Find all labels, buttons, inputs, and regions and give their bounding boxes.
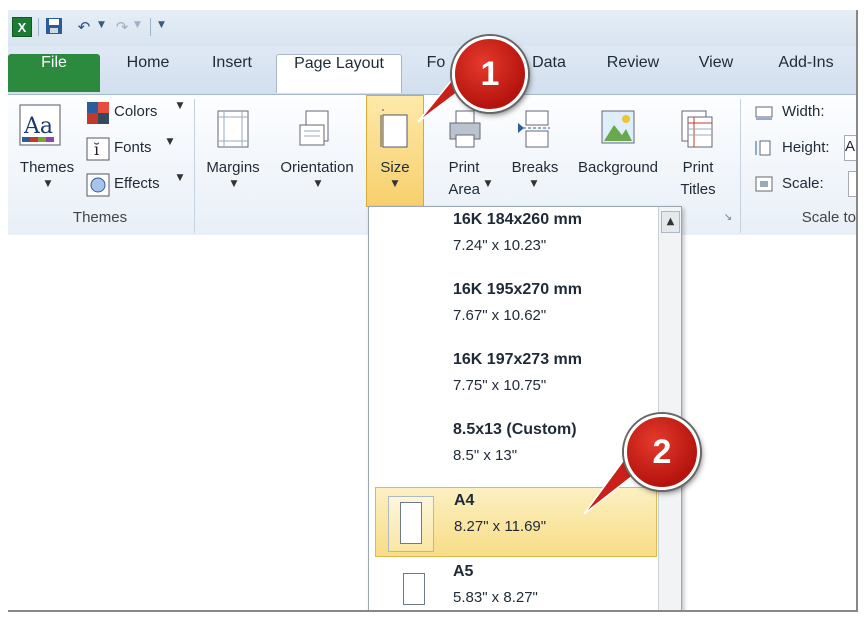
print-titles-label-1[interactable]: Print [668,157,728,179]
tab-add-ins[interactable]: Add-Ins [768,54,844,92]
size-option-name: A5 [453,563,474,580]
svg-text:Aa: Aa [23,114,53,139]
effects-icon[interactable] [86,173,110,201]
group-label-scale-to-fit: Scale to [801,209,856,226]
scale-label: Scale: [782,175,824,192]
height-icon [754,139,774,161]
orientation-button[interactable]: Orientation [270,157,364,179]
quick-access-toolbar: X ↶ ▼ ↷ ▼ ▼ [8,10,856,46]
height-label: Height: [782,139,830,156]
tab-view[interactable]: View [688,54,744,92]
size-button[interactable]: Size [366,157,424,179]
paper-a4-icon [400,502,422,544]
colors-dropdown-icon[interactable]: ▼ [174,101,186,111]
paper-a5-icon [403,573,425,605]
tab-page-layout[interactable]: Page Layout [276,54,402,93]
width-icon [754,103,774,125]
undo-icon[interactable]: ↶ [74,17,94,37]
save-icon[interactable] [44,17,64,37]
redo-icon[interactable]: ↷ [112,17,132,37]
breaks-button[interactable]: Breaks [504,157,566,179]
fonts-dropdown-icon[interactable]: ▼ [164,137,176,147]
page-setup-dialog-launcher-icon[interactable]: ↘ [722,207,734,229]
size-option-16k-184x260[interactable]: 16K 184x260 mm 7.24" x 10.23" [369,207,657,277]
fonts-button[interactable]: Fonts [114,137,164,159]
fonts-icon[interactable]: ĭ [86,137,110,165]
themes-dropdown-icon[interactable]: ▼ [42,179,54,189]
width-label: Width: [782,103,825,120]
colors-button[interactable]: Colors [114,101,174,123]
orientation-dropdown-icon[interactable]: ▼ [312,179,324,189]
size-option-dims: 7.67" x 10.62" [453,307,547,324]
effects-dropdown-icon[interactable]: ▼ [174,173,186,183]
margins-dropdown-icon[interactable]: ▼ [228,179,240,189]
callout-2-badge: 2 [624,414,700,490]
group-separator [740,99,741,233]
size-option-16k-197x273[interactable]: 16K 197x273 mm 7.75" x 10.75" [369,347,657,417]
print-titles-label-2[interactable]: Titles [668,179,728,201]
size-option-dims: 7.75" x 10.75" [453,377,547,394]
scale-icon [754,175,774,197]
scale-input[interactable] [848,171,856,197]
tab-data[interactable]: Data [524,54,574,92]
background-button[interactable]: Background [570,157,666,179]
orientation-icon[interactable] [298,109,332,153]
background-icon[interactable] [600,109,636,149]
group-separator [194,99,195,233]
themes-button[interactable]: Themes [12,157,82,179]
tab-home[interactable]: Home [116,54,180,92]
size-dropdown: 16K 184x260 mm 7.24" x 10.23" 16K 195x27… [368,206,682,610]
size-option-name: A4 [454,492,475,509]
print-area-dropdown-icon[interactable]: ▼ [482,179,494,189]
size-option-name: 16K 184x260 mm [453,211,582,228]
breaks-dropdown-icon[interactable]: ▼ [528,179,540,189]
tab-insert[interactable]: Insert [198,54,266,92]
size-option-16k-195x270[interactable]: 16K 195x270 mm 7.67" x 10.62" [369,277,657,347]
tab-file[interactable]: File [8,54,100,92]
size-option-dims: 8.27" x 11.69" [454,518,547,535]
callout-1-badge: 1 [452,36,528,112]
effects-button[interactable]: Effects [114,173,174,195]
qat-separator [150,18,151,36]
size-dropdown-icon[interactable]: ▼ [389,179,401,189]
undo-dropdown-icon[interactable]: ▼ [98,20,105,30]
margins-button[interactable]: Margins [200,157,266,179]
qat-separator [38,18,39,36]
breaks-icon[interactable] [516,109,550,153]
print-area-label-2[interactable]: Area [432,179,480,201]
tab-review[interactable]: Review [598,54,668,92]
redo-dropdown-icon[interactable]: ▼ [134,20,141,30]
excel-window: X ↶ ▼ ↷ ▼ ▼ File Home Insert Page Layout… [8,10,858,612]
themes-icon[interactable]: Aa [18,103,62,155]
svg-text:ĭ: ĭ [94,140,99,159]
size-icon[interactable] [380,109,410,153]
height-input[interactable]: A [844,135,856,161]
customize-qat-icon[interactable]: ▼ [158,20,165,30]
margins-icon[interactable] [216,109,250,153]
size-option-name: 16K 195x270 mm [453,281,582,298]
group-label-themes: Themes [72,209,128,226]
size-option-dims: 8.5" x 13" [453,447,518,464]
size-option-a5[interactable]: A5 5.83" x 8.27" [369,559,657,610]
scroll-up-arrow-icon[interactable]: ▲ [661,211,680,233]
size-option-dims: 7.24" x 10.23" [453,237,547,254]
excel-icon[interactable]: X [12,17,32,37]
dropdown-scrollbar[interactable]: ▲ [658,207,681,610]
size-option-name: 8.5x13 (Custom) [453,421,577,438]
size-option-name: 16K 197x273 mm [453,351,582,368]
print-area-label-1[interactable]: Print [432,157,496,179]
colors-icon[interactable] [86,101,110,129]
print-titles-icon[interactable] [680,109,714,153]
size-option-dims: 5.83" x 8.27" [453,589,538,606]
